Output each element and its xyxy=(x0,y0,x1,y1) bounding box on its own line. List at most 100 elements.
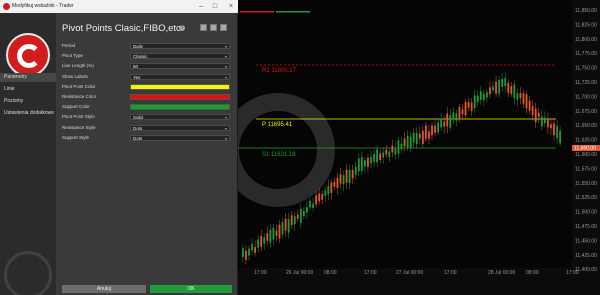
candle-body xyxy=(397,140,400,154)
candle-body xyxy=(333,181,336,187)
setting-select[interactable]: Dots ▾ xyxy=(130,124,230,131)
setting-label: Support Style xyxy=(62,134,90,140)
price-tick-label: 11,700.00 xyxy=(575,94,597,100)
setting-label: Pivot Point Style xyxy=(62,114,95,120)
load-template-icon[interactable] xyxy=(210,24,217,31)
setting-select[interactable]: Yes ▾ xyxy=(130,73,230,80)
candle-body xyxy=(443,121,446,127)
price-chart[interactable]: R1 11805.17 P 11695.41 S1 11631.18 11,85… xyxy=(238,0,600,295)
save-template-icon[interactable] xyxy=(200,24,207,31)
chevron-down-icon: ▾ xyxy=(224,74,227,80)
candle-body xyxy=(519,93,522,99)
ok-button[interactable]: OK xyxy=(150,285,232,293)
candle-body xyxy=(464,101,467,116)
setting-label: Pivot Point Color xyxy=(62,83,96,89)
candle-body xyxy=(394,148,397,155)
setting-select[interactable]: Classic ▾ xyxy=(130,53,230,60)
candle-body xyxy=(489,87,491,95)
setting-value: Yes xyxy=(133,74,141,80)
candle-body xyxy=(364,160,366,167)
candle-body xyxy=(342,175,345,185)
candle-body xyxy=(275,230,278,236)
candle-body xyxy=(461,109,464,115)
setting-select[interactable]: Solid ▾ xyxy=(130,114,230,121)
candle-body xyxy=(553,123,555,136)
candle-body xyxy=(303,210,305,217)
candle-body xyxy=(318,193,321,202)
candle-body xyxy=(449,115,452,128)
candle-body xyxy=(495,81,497,94)
price-tick-label: 11,600.00 xyxy=(575,152,597,158)
candle-body xyxy=(559,130,561,144)
candle-body xyxy=(501,79,504,87)
price-tick-label: 11,725.00 xyxy=(575,80,597,86)
price-tick-label: 11,825.00 xyxy=(575,22,597,28)
price-tick-label: 11,750.00 xyxy=(575,66,597,72)
candle-body xyxy=(543,117,546,124)
candle-body xyxy=(348,170,351,184)
candle-body xyxy=(486,92,488,98)
candle-body xyxy=(373,153,375,162)
price-tick-label: 11,650.00 xyxy=(575,123,597,129)
brand-logo xyxy=(6,33,50,77)
sidebar-item-linie[interactable]: Linie xyxy=(0,85,56,94)
candle-body xyxy=(385,149,388,155)
candle-body xyxy=(556,125,558,138)
top-indicator-green xyxy=(276,11,310,13)
candle-body xyxy=(415,132,418,145)
candle-body xyxy=(437,122,439,133)
settings-panel: Pivot Points Clasic,FIBO,etc ? Period Dai… xyxy=(56,13,238,295)
close-icon[interactable]: × xyxy=(224,0,238,13)
sidebar-item-parametry[interactable]: Parametry xyxy=(0,73,56,82)
minimize-icon[interactable]: – xyxy=(194,0,208,13)
chevron-down-icon: ▾ xyxy=(224,54,227,60)
sidebar-item-ustawienia[interactable]: Ustawienia dodatkowe xyxy=(0,109,56,118)
help-icon[interactable]: ? xyxy=(179,25,185,31)
chevron-down-icon: ▾ xyxy=(224,115,227,121)
price-tick-label: 11,800.00 xyxy=(575,37,597,43)
candle-body xyxy=(507,82,510,93)
candle-body xyxy=(446,113,449,127)
maximize-icon[interactable]: □ xyxy=(208,0,222,13)
candle-body xyxy=(540,116,543,127)
chevron-down-icon: ▾ xyxy=(224,64,227,70)
candle-body xyxy=(370,157,372,164)
candle-body xyxy=(476,95,479,103)
setting-select[interactable]: 50 ▾ xyxy=(130,63,230,70)
setting-select[interactable]: Daily ▾ xyxy=(130,43,230,49)
color-picker[interactable] xyxy=(130,94,230,100)
reset-icon[interactable] xyxy=(220,24,227,31)
candle-body xyxy=(251,244,253,251)
top-indicator-red xyxy=(240,11,274,13)
candle-body xyxy=(296,214,299,219)
setting-label: Pivot Type xyxy=(62,53,83,59)
window-titlebar[interactable]: Modyfikuj wskaźnik - Trader – □ × xyxy=(0,0,238,13)
candle-body xyxy=(354,166,357,175)
color-picker[interactable] xyxy=(130,104,230,111)
candle-body xyxy=(534,108,537,122)
price-tick-label: 11,500.00 xyxy=(575,210,597,216)
sidebar-item-poziomy[interactable]: Poziomy xyxy=(0,97,56,106)
sidebar: Parametry Linie Poziomy Ustawienia dodat… xyxy=(0,13,56,295)
candle-body xyxy=(418,133,421,139)
candle-body xyxy=(367,157,369,167)
price-tick-label: 11,775.00 xyxy=(575,51,597,57)
candle-body xyxy=(421,130,424,145)
candle-body xyxy=(537,112,540,117)
candle-body xyxy=(473,95,476,109)
candle-body xyxy=(403,138,406,147)
candle-body xyxy=(382,152,385,158)
candle-body xyxy=(379,153,382,161)
candle-body xyxy=(357,158,360,172)
candle-body xyxy=(492,86,494,91)
color-picker[interactable] xyxy=(130,83,230,90)
cancel-button[interactable]: Anuluj xyxy=(62,285,146,293)
candle-body xyxy=(287,219,290,233)
setting-value: Dots xyxy=(133,125,143,131)
candle-body xyxy=(412,132,415,143)
time-tick-label: 27 Jul 00:00 xyxy=(396,270,423,276)
candle-body xyxy=(498,79,500,94)
setting-select[interactable]: Dots ▾ xyxy=(130,134,230,141)
setting-value: Daily xyxy=(133,44,144,49)
chart-canvas[interactable]: R1 11805.17 P 11695.41 S1 11631.18 11,85… xyxy=(238,0,600,295)
